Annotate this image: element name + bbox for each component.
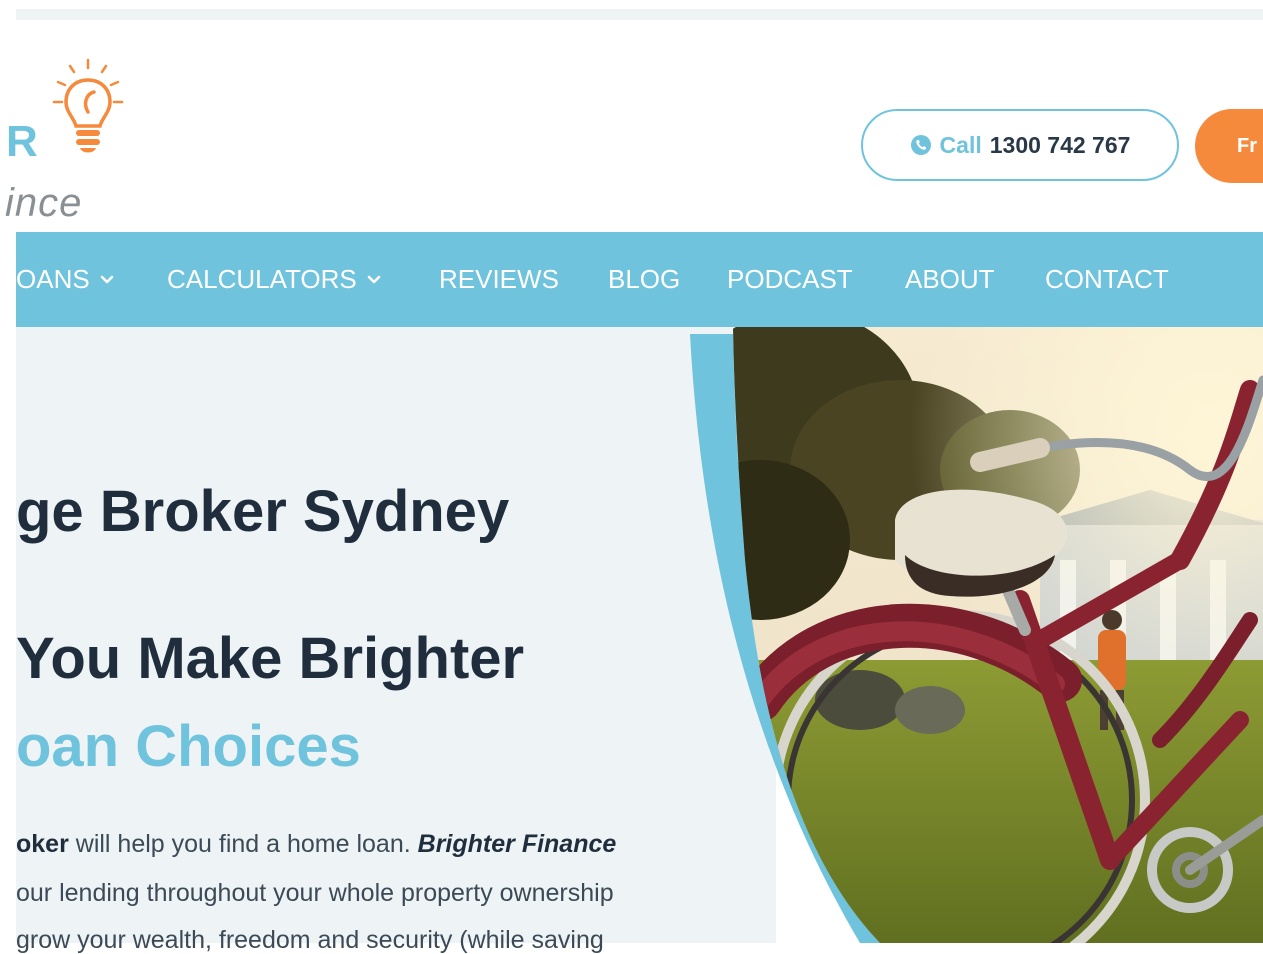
- bold-text: oker: [16, 830, 69, 858]
- hero-paragraph-line2: our lending throughout your whole proper…: [16, 879, 614, 907]
- hero-paragraph-line1: oker will help you find a home loan. Bri…: [16, 832, 756, 857]
- hero-image-area: [0, 0, 1263, 943]
- hero-headline-line3: oan Choices: [16, 714, 361, 779]
- brand-emphasis: Brighter Finance: [417, 830, 617, 858]
- bicycle-photo: [690, 327, 1263, 943]
- hero-headline-line2: You Make Brighter: [16, 626, 525, 691]
- body-text: will help you find a home loan.: [68, 830, 418, 858]
- hero-paragraph-line3: grow your wealth, freedom and security (…: [16, 926, 604, 954]
- hero-headline-line1: ge Broker Sydney: [16, 479, 510, 544]
